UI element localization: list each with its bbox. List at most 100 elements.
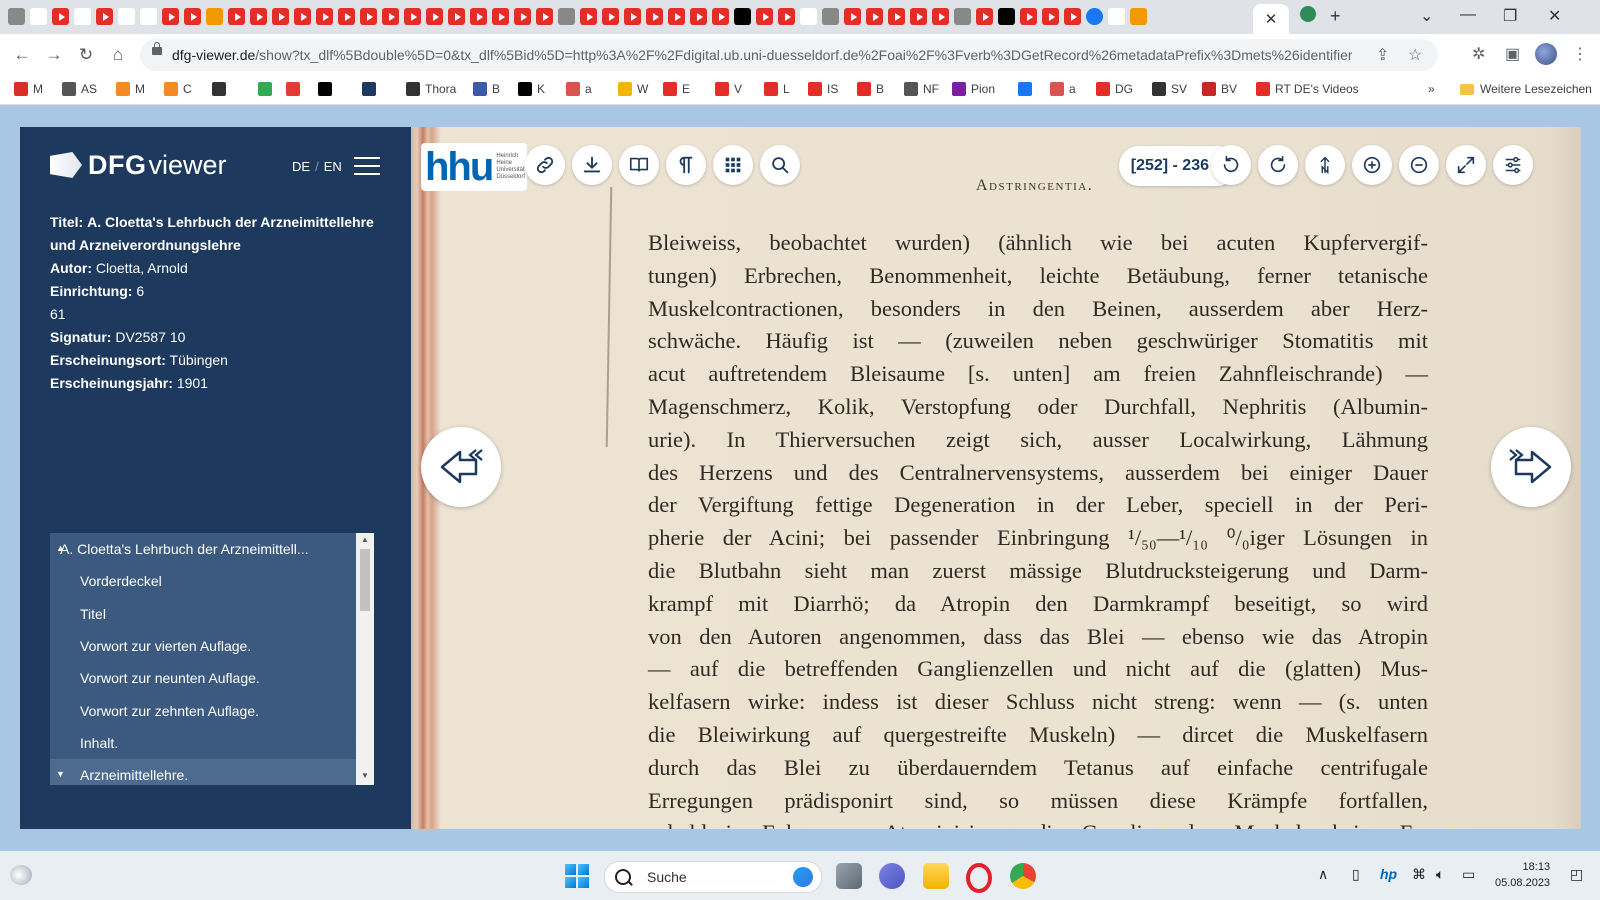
reset-view-button[interactable] xyxy=(1305,145,1345,185)
tab-favicon-icon[interactable] xyxy=(184,8,201,25)
tab-favicon-icon[interactable] xyxy=(360,8,377,25)
tab-favicon-icon[interactable] xyxy=(1086,8,1103,25)
search-button[interactable] xyxy=(760,145,800,185)
tab-favicon-icon[interactable] xyxy=(932,8,949,25)
tab-favicon-icon[interactable] xyxy=(228,8,245,25)
task-view-icon[interactable] xyxy=(836,863,862,889)
toc-item[interactable]: Vorwort zur vierten Auflage. xyxy=(50,630,374,662)
bookmark-item[interactable]: B xyxy=(857,82,884,96)
bookmark-item[interactable]: a xyxy=(566,82,592,96)
scroll-down-icon[interactable]: ▼ xyxy=(361,771,369,780)
tab-favicon-icon[interactable] xyxy=(822,8,839,25)
previous-page-button[interactable] xyxy=(421,427,501,507)
bookmark-item[interactable]: NF xyxy=(904,82,939,96)
hamburger-menu-icon[interactable] xyxy=(354,157,380,177)
tab-favicon-icon[interactable] xyxy=(888,8,905,25)
teams-chat-icon[interactable] xyxy=(879,863,905,889)
tab-favicon-icon[interactable] xyxy=(1064,8,1081,25)
side-panel-icon[interactable]: ▣ xyxy=(1505,44,1520,64)
fulltext-button[interactable] xyxy=(666,145,706,185)
tab-favicon-icon[interactable] xyxy=(30,8,47,25)
bookmark-item[interactable]: B xyxy=(473,82,500,96)
system-clock[interactable]: 18:13 05.08.2023 xyxy=(1495,859,1550,891)
volume-icon[interactable]: 🔈︎ xyxy=(1436,866,1444,883)
bing-icon[interactable] xyxy=(793,867,813,887)
expand-triangle-icon[interactable]: ▼ xyxy=(56,769,65,779)
tab-favicon-icon[interactable] xyxy=(668,8,685,25)
address-bar[interactable]: dfg-viewer.de/show?tx_dlf%5Bdouble%5D=0&… xyxy=(140,39,1438,71)
tab-favicon-icon[interactable] xyxy=(294,8,311,25)
tab-favicon-icon[interactable] xyxy=(272,8,289,25)
document-viewer[interactable]: Adstringentia. Bleiweiss, beobachtet wur… xyxy=(411,127,1581,829)
bookmark-item[interactable]: W xyxy=(618,82,648,96)
profile-avatar[interactable] xyxy=(1535,43,1557,65)
bookmark-item[interactable]: M xyxy=(14,82,43,96)
bookmark-item[interactable] xyxy=(1018,82,1032,96)
close-window-button[interactable]: ✕ xyxy=(1548,6,1561,26)
bookmark-item[interactable]: DG xyxy=(1096,82,1133,96)
toc-item[interactable]: ▲ A. Cloetta's Lehrbuch der Arzneimittell… xyxy=(50,533,374,565)
toc-item[interactable]: Vorderdeckel xyxy=(50,565,374,597)
bookmark-item[interactable] xyxy=(362,82,376,96)
bookmark-item[interactable]: IS xyxy=(808,82,838,96)
download-button[interactable] xyxy=(572,145,612,185)
bookmark-item[interactable]: K xyxy=(518,82,545,96)
tab-favicon-icon[interactable] xyxy=(52,8,69,25)
tab-favicon-icon[interactable] xyxy=(426,8,443,25)
extensions-icon[interactable]: ✲ xyxy=(1472,44,1485,64)
tab-favicon-icon[interactable] xyxy=(316,8,333,25)
bookmark-item[interactable] xyxy=(212,82,226,96)
toc-scrollbar[interactable]: ▲ ▼ xyxy=(356,533,374,785)
bookmark-item[interactable]: Thora xyxy=(406,82,456,96)
other-bookmarks-folder[interactable]: Weitere Lesezeichen xyxy=(1460,82,1592,96)
tab-favicon-icon[interactable] xyxy=(976,8,993,25)
toc-item[interactable]: ▼ Arzneimittellehre. xyxy=(50,759,374,785)
bookmark-star-icon[interactable]: ☆ xyxy=(1408,45,1422,65)
new-tab-button[interactable]: + xyxy=(1330,6,1341,27)
tab-favicon-icon[interactable] xyxy=(602,8,619,25)
bookmark-item[interactable]: a xyxy=(1050,82,1076,96)
taskbar-search[interactable]: Suche xyxy=(604,861,822,893)
fullscreen-button[interactable] xyxy=(1446,145,1486,185)
tab-favicon-icon[interactable] xyxy=(646,8,663,25)
share-icon[interactable]: ⇪ xyxy=(1376,45,1389,65)
toc-item[interactable]: Titel xyxy=(50,598,374,630)
tab-favicon-icon[interactable] xyxy=(1020,8,1037,25)
bookmark-item[interactable]: RT DE's Videos xyxy=(1256,82,1359,96)
tab-favicon-icon[interactable] xyxy=(118,8,135,25)
bookmark-item[interactable]: SV xyxy=(1152,82,1187,96)
file-explorer-icon[interactable] xyxy=(923,863,949,889)
scroll-up-icon[interactable]: ▲ xyxy=(361,535,369,544)
bookmark-item[interactable]: C xyxy=(164,82,192,96)
tab-favicon-icon[interactable] xyxy=(96,8,113,25)
bookmark-item[interactable]: Pion xyxy=(952,82,995,96)
minimize-button[interactable]: — xyxy=(1460,6,1476,24)
tab-favicon-icon[interactable] xyxy=(250,8,267,25)
link-button[interactable] xyxy=(525,145,565,185)
rotate-left-button[interactable] xyxy=(1211,145,1251,185)
bookmark-item[interactable] xyxy=(286,82,300,96)
tab-favicon-icon[interactable] xyxy=(404,8,421,25)
hp-icon[interactable]: hp xyxy=(1380,866,1397,882)
network-icon[interactable]: ⌘ xyxy=(1412,866,1426,883)
tab-favicon-icon[interactable] xyxy=(1130,8,1147,25)
tab-favicon-icon[interactable] xyxy=(8,8,25,25)
notification-icon[interactable]: ◰ xyxy=(1570,866,1583,883)
tab-favicon-icon[interactable] xyxy=(338,8,355,25)
zoom-in-button[interactable] xyxy=(1352,145,1392,185)
tab-favicon-icon[interactable] xyxy=(162,8,179,25)
bookmark-item[interactable] xyxy=(258,82,272,96)
lock-icon[interactable] xyxy=(152,42,162,55)
tab-favicon-icon[interactable] xyxy=(1042,8,1059,25)
tab-search-icon[interactable]: ⌄ xyxy=(1420,6,1433,26)
double-page-button[interactable] xyxy=(619,145,659,185)
windows-start-icon[interactable] xyxy=(565,864,589,888)
tab-favicon-icon[interactable] xyxy=(800,8,817,25)
tab-favicon-icon[interactable] xyxy=(624,8,641,25)
forward-arrow-icon[interactable]: → xyxy=(42,43,66,67)
opera-icon[interactable] xyxy=(966,863,992,893)
back-arrow-icon[interactable]: ← xyxy=(10,43,34,67)
chrome-icon[interactable] xyxy=(1010,863,1036,889)
usb-icon[interactable]: ▯ xyxy=(1352,866,1360,883)
tab-favicon-icon[interactable] xyxy=(514,8,531,25)
